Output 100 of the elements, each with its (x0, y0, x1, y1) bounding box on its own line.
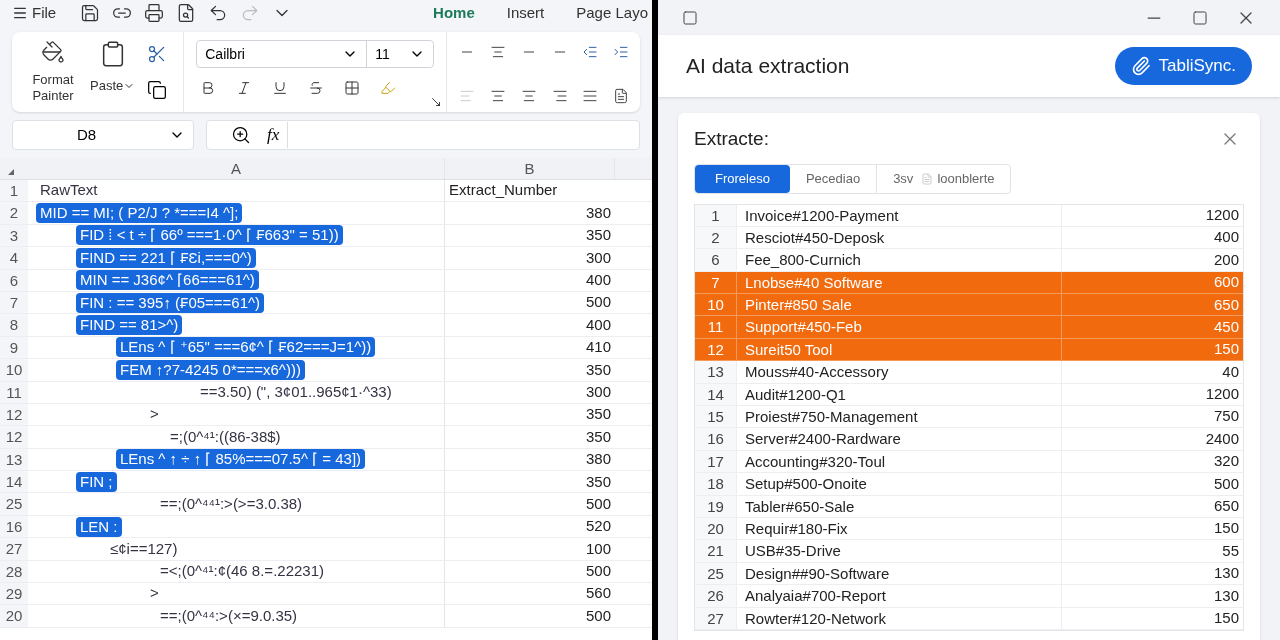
maximize-icon[interactable] (1192, 9, 1208, 26)
align-center-icon[interactable] (490, 88, 507, 104)
table-row[interactable]: 19 Tabler#650-Sale 650 (695, 495, 1243, 518)
table-cell: Proiest#750-Management (737, 406, 1062, 428)
column-header[interactable]: B (445, 158, 615, 179)
table-row[interactable]: 15 Proiest#750-Management 750 (695, 406, 1243, 429)
table-row[interactable]: 18 Setup#500-Onoite 500 (695, 473, 1243, 496)
table-cell-text: 1200 (1204, 204, 1240, 225)
strikethrough-icon[interactable] (308, 80, 325, 96)
menu-icon (12, 5, 28, 21)
table-cell-text: 130 (1212, 585, 1240, 606)
table-cell: USB#35-Drive (737, 540, 1062, 562)
row-number: 12 (695, 338, 737, 361)
file-menu[interactable]: File (12, 1, 57, 25)
align-right-icon[interactable] (551, 88, 568, 104)
row-number: 14 (695, 383, 737, 405)
table-cell-text: 200 (1212, 249, 1240, 270)
align-center-icon[interactable] (520, 88, 537, 104)
table-cell: Audit#1200-Q1 (737, 383, 1062, 405)
paste-button[interactable]: Paste (90, 40, 136, 96)
zoom-icon[interactable] (231, 125, 251, 145)
row-number: 20 (0, 605, 28, 627)
ribbon-tab[interactable]: Home (433, 1, 475, 25)
table-cell-text: 300 (584, 247, 612, 268)
formula-bar[interactable]: fx (206, 120, 640, 150)
table-cell-text: 750 (1212, 406, 1240, 427)
segment-tab[interactable]: Pecediao (789, 164, 877, 193)
table-row[interactable]: 25 Design##90-Software 130 (695, 562, 1243, 586)
table-row[interactable]: 17 Accounting#320-Toul 320 (695, 450, 1243, 474)
table-cell: FID ⁞ < t ÷ ⌈ 66º ===1·0^ ⌈ ₣663" = 51)) (76, 225, 343, 246)
row-number: 1 (695, 204, 737, 226)
indent-increase-icon[interactable] (613, 44, 630, 60)
table-row[interactable]: 1 Invoice#1200-Payment 1200 (695, 204, 1243, 227)
paint-bucket-icon (41, 40, 65, 64)
table-row[interactable]: 2 Resciot#450-Deposk 400 (695, 226, 1243, 250)
table-cell-text: RawText (39, 180, 99, 201)
borders-icon[interactable] (344, 80, 361, 96)
row-number: 25 (0, 493, 28, 515)
fill-color-icon[interactable] (380, 80, 397, 96)
card-title: Extracte: (694, 127, 769, 151)
column-header[interactable]: A (28, 158, 445, 179)
print-icon[interactable] (144, 3, 165, 23)
table-row[interactable]: 16 Server#2400-Rardware 2400 (695, 428, 1243, 451)
table-cell: Rowter#120-Network (737, 607, 1062, 629)
table-cell-text: 560 (584, 583, 612, 604)
paperclip-icon (1130, 56, 1151, 76)
row-number: 20 (695, 517, 737, 540)
font-name-dropdown[interactable]: Cailbri (197, 41, 368, 67)
row-number: 11 (695, 316, 737, 338)
table-cell: MIN == J36¢^ ⌈66===61^) (76, 270, 259, 291)
row-number: 21 (695, 540, 737, 562)
table-row[interactable]: 21 USB#35-Drive 55 (695, 540, 1243, 563)
row-number: 14 (0, 471, 28, 493)
table-row[interactable]: 6 Fee_800-Curnich 200 (695, 249, 1243, 272)
function-label[interactable]: fx (267, 122, 289, 148)
table-cell-text: 350 (584, 426, 612, 447)
segment-tab[interactable]: Froreleso (695, 164, 790, 193)
name-box[interactable]: D8 (12, 120, 194, 150)
table-cell-text: 55 (1221, 540, 1240, 561)
ribbon-tab[interactable]: Page Layo (576, 1, 648, 25)
table-cell-text: 130 (1212, 563, 1240, 584)
app-title: AI data extraction (686, 53, 850, 80)
segment-tab[interactable]: 3sv (876, 164, 918, 193)
table-row[interactable]: 13 Mouss#40-Accessory 40 (695, 361, 1243, 384)
row-number: 19 (695, 495, 737, 517)
justify-icon[interactable] (582, 88, 599, 104)
format-painter-button[interactable]: Format Painter (28, 40, 78, 112)
table-cell-text: 410 (584, 337, 612, 358)
ribbon-tab[interactable]: Insert (506, 1, 545, 25)
row-number: 17 (695, 450, 737, 473)
underline-icon[interactable] (272, 80, 289, 96)
align-middle-icon[interactable] (490, 44, 507, 60)
table-row[interactable]: 14 Audit#1200-Q1 1200 (695, 383, 1243, 406)
table-cell: MID == MI; ( P2/J ? *===I4 ^]; (36, 203, 243, 224)
table-cell: Design##90-Software (737, 562, 1062, 585)
table-cell-text: =<;(0^⁴¹:¢(46 8.=.22231) (159, 561, 325, 582)
copy-icon[interactable] (147, 80, 168, 100)
row-number: 3 (0, 224, 28, 247)
row-number: 4 (0, 247, 28, 269)
save-icon[interactable] (80, 3, 101, 23)
table-row[interactable]: 26 Analyaia#700-Report 130 (695, 585, 1243, 608)
table-cell-text: ==;(0^⁴⁴¹:>(>=3.0.38) (159, 493, 304, 514)
table-cell-text: 650 (1212, 294, 1240, 315)
table-row[interactable]: 27 Rowter#120-Network 150 (695, 607, 1243, 630)
table-cell-text: 150 (1212, 339, 1240, 360)
row-number: 13 (0, 448, 28, 471)
row-number: 28 (0, 560, 28, 583)
dialog-launcher-icon[interactable] (430, 96, 443, 108)
table-row[interactable]: 20 Requir#180-Fix 150 (695, 517, 1243, 541)
font-size-dropdown[interactable]: 11 (367, 41, 434, 67)
table-cell-text: 150 (1212, 608, 1240, 628)
indent-decrease-icon[interactable] (582, 44, 599, 60)
table-cell-text: 500 (584, 605, 612, 626)
document-icon (921, 172, 934, 185)
table-cell-text: 350 (584, 225, 612, 246)
row-number: 11 (0, 381, 28, 403)
brand-button[interactable]: TabliSync. (1114, 47, 1252, 85)
table-cell-text: 400 (584, 270, 612, 290)
segment-tab[interactable]: loonblerte (917, 164, 1011, 193)
row-number: 10 (0, 359, 28, 381)
